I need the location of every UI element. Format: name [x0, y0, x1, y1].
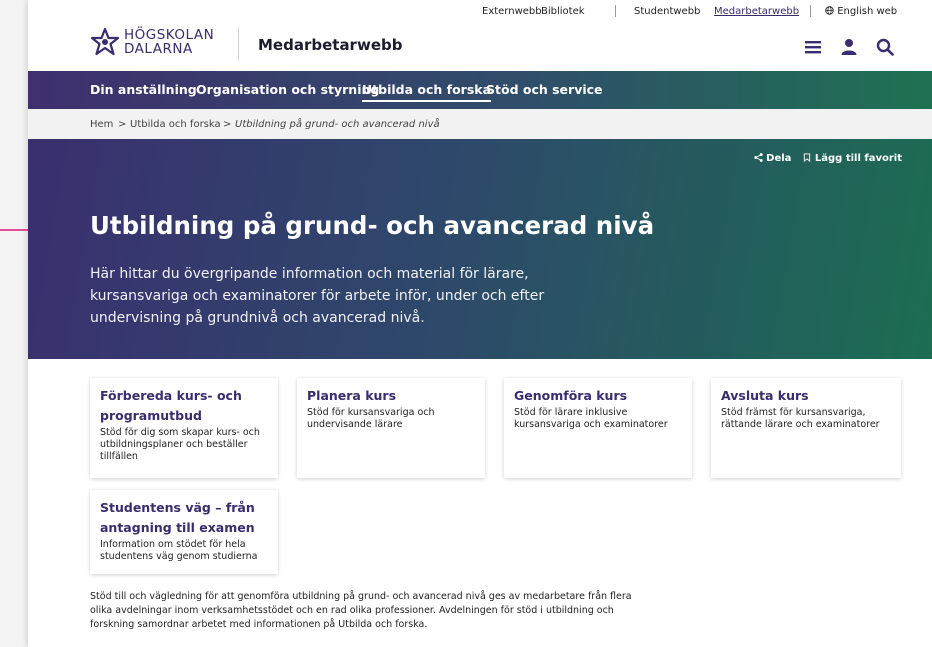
share-actions: Dela Lägg till favorit: [754, 153, 902, 164]
share-label: Dela: [766, 153, 792, 164]
menu-icon[interactable]: [804, 38, 822, 56]
logo-text: HÖGSKOLAN DALARNA: [124, 28, 214, 56]
utility-link-english[interactable]: English web: [825, 6, 897, 17]
nav-item-utbilda-och-forska[interactable]: Utbilda och forska: [362, 82, 492, 102]
card-title: Avsluta kurs: [721, 388, 809, 403]
breadcrumb-separator: >: [118, 119, 127, 130]
header-divider: [238, 28, 239, 60]
main-navigation: Din anställning Organisation och styrnin…: [28, 71, 932, 109]
add-favorite-button[interactable]: Lägg till favorit: [803, 153, 902, 164]
hogskolan-dalarna-logo[interactable]: HÖGSKOLAN DALARNA: [90, 28, 214, 56]
star-logo-icon: [90, 28, 120, 56]
search-icon[interactable]: [876, 38, 894, 56]
card-text: Information om stödet för hela studenten…: [100, 539, 258, 562]
card-planera[interactable]: Planera kurs Stöd för kursansvariga och …: [297, 378, 485, 478]
breadcrumb: Hem > Utbilda och forska > Utbildning på…: [28, 109, 932, 139]
add-favorite-label: Lägg till favorit: [814, 153, 902, 164]
card-text: Stöd för kursansvariga och undervisande …: [307, 407, 435, 430]
card-forbereda[interactable]: Förbereda kurs- och programutbud Stöd fö…: [90, 378, 278, 478]
utility-link-bibliotek[interactable]: Bibliotek: [541, 6, 585, 17]
page-title: Utbildning på grund- och avancerad nivå: [90, 211, 655, 240]
card-title: Genomföra kurs: [514, 388, 628, 403]
bookmark-icon: [804, 153, 811, 163]
breadcrumb-separator: >: [223, 119, 232, 130]
utility-bar: Externwebb Bibliotek Studentwebb Medarbe…: [28, 0, 932, 22]
utility-link-externwebb[interactable]: Externwebb: [482, 6, 542, 17]
share-button[interactable]: Dela: [754, 153, 792, 164]
nav-item-organisation[interactable]: Organisation och styrning: [196, 82, 379, 97]
site-name[interactable]: Medarbetarwebb: [258, 36, 402, 54]
card-title: Planera kurs: [307, 388, 397, 403]
hero-banner: Dela Lägg till favorit Utbildning på gru…: [28, 139, 932, 359]
page: Externwebb Bibliotek Studentwebb Medarbe…: [28, 0, 932, 647]
logo-line-2: DALARNA: [124, 41, 193, 57]
utility-divider: [810, 5, 811, 17]
utility-link-medarbetarwebb[interactable]: Medarbetarwebb: [714, 6, 799, 17]
hero-lead: Här hittar du övergripande information o…: [90, 266, 545, 326]
card-avsluta[interactable]: Avsluta kurs Stöd främst för kursansvari…: [711, 378, 901, 478]
card-title: Förbereda kurs- och programutbud: [100, 388, 242, 423]
nav-item-din-anstallning[interactable]: Din anställning: [90, 82, 197, 97]
user-icon[interactable]: [840, 38, 858, 56]
card-text: Stöd för lärare inklusive kursansvariga …: [514, 407, 668, 430]
breadcrumb-utbilda[interactable]: Utbilda och forska: [130, 119, 221, 130]
utility-divider: [615, 5, 616, 17]
breadcrumb-current: Utbildning på grund- och avancerad nivå: [235, 119, 440, 130]
site-header: HÖGSKOLAN DALARNA Medarbetarwebb: [28, 22, 932, 72]
english-web-label: English web: [837, 6, 898, 17]
card-title: Studentens väg – från antagning till exa…: [100, 500, 255, 535]
globe-icon: [825, 6, 834, 15]
utility-link-studentwebb[interactable]: Studentwebb: [634, 6, 700, 17]
share-icon: [754, 153, 763, 162]
card-text: Stöd för dig som skapar kurs- och utbild…: [100, 427, 260, 462]
logo-line-1: HÖGSKOLAN: [124, 27, 215, 43]
card-text: Stöd främst för kursansvariga, rättande …: [721, 407, 880, 430]
card-studentens-vag[interactable]: Studentens väg – från antagning till exa…: [90, 490, 278, 574]
breadcrumb-home[interactable]: Hem: [90, 119, 113, 130]
nav-item-stod-och-service[interactable]: Stöd och service: [486, 82, 603, 97]
card-genomfora[interactable]: Genomföra kurs Stöd för lärare inklusive…: [504, 378, 692, 478]
header-icons: [804, 38, 894, 56]
intro-paragraph: Stöd till och vägledning för att genomfö…: [90, 591, 632, 630]
